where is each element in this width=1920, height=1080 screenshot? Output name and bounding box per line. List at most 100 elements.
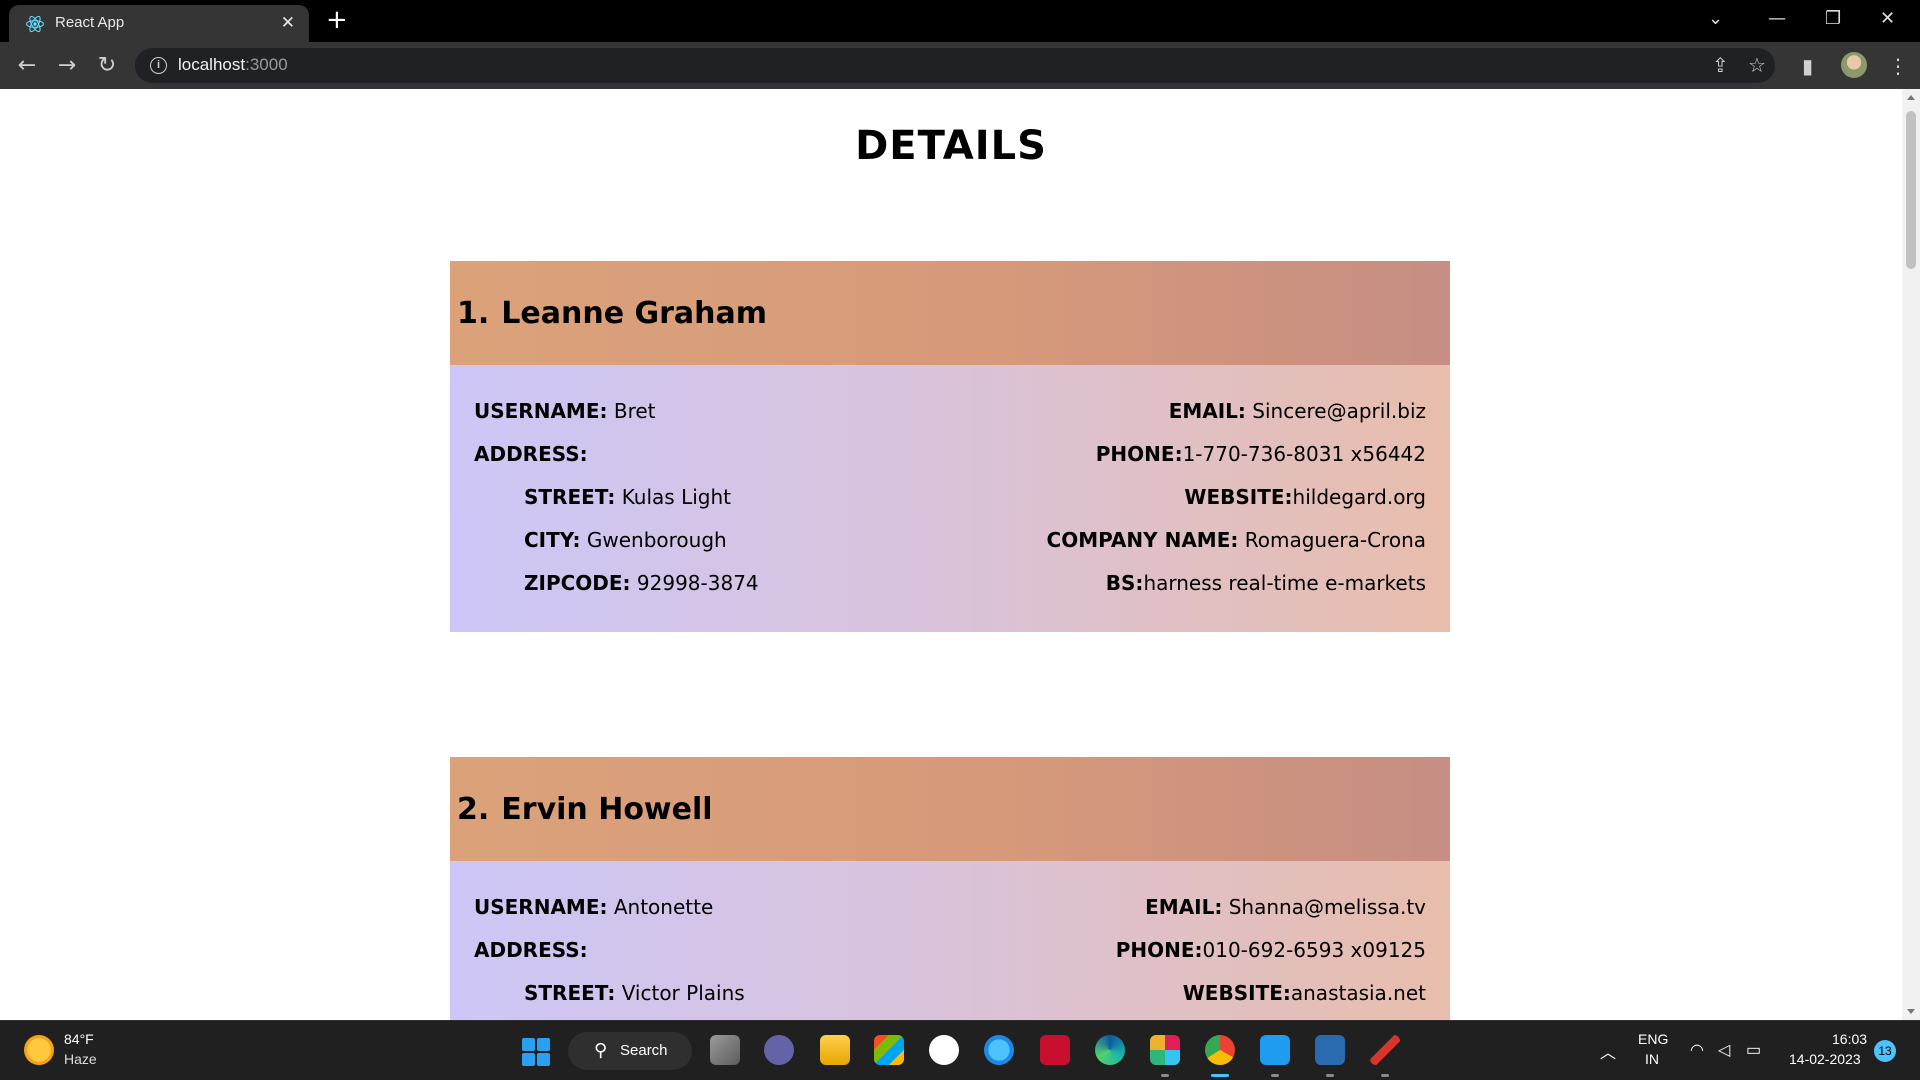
side-panel-icon[interactable]: ▮ bbox=[1802, 54, 1813, 78]
user-card: 1. Leanne Graham USERNAME: Bret ADDRESS:… bbox=[450, 261, 1450, 632]
clock-date[interactable]: 14-02-2023 bbox=[1789, 1051, 1861, 1067]
running-indicator bbox=[1381, 1074, 1389, 1077]
user-name: Ervin Howell bbox=[501, 791, 713, 827]
url-port: :3000 bbox=[245, 55, 288, 74]
url-text: localhost:3000 bbox=[178, 55, 288, 75]
company-value: Romaguera-Crona bbox=[1244, 528, 1426, 552]
taskbar-search-button[interactable]: ⚲ Search bbox=[568, 1032, 692, 1070]
street-row: STREET: Victor Plains bbox=[524, 981, 745, 1005]
language-region[interactable]: IN bbox=[1645, 1051, 1659, 1067]
minimize-icon[interactable]: — bbox=[1768, 8, 1786, 30]
email-row: EMAIL: Sincere@april.biz bbox=[1169, 399, 1426, 423]
weather-temperature[interactable]: 84°F bbox=[64, 1031, 94, 1047]
microsoft-store-icon[interactable] bbox=[874, 1035, 904, 1065]
phone-value: 1-770-736-8031 x56442 bbox=[1182, 442, 1426, 466]
email-value: Sincere@april.biz bbox=[1252, 399, 1426, 423]
volume-icon[interactable]: ◁ bbox=[1718, 1040, 1730, 1060]
teams-chat-icon[interactable] bbox=[764, 1035, 794, 1065]
bs-value: harness real-time e-markets bbox=[1143, 571, 1426, 595]
user-card-header: 2. Ervin Howell bbox=[450, 757, 1450, 861]
phone-row: PHONE:1-770-736-8031 x56442 bbox=[1096, 442, 1426, 466]
vscode-icon[interactable] bbox=[1260, 1035, 1290, 1065]
page-scrollbar[interactable] bbox=[1902, 89, 1920, 1020]
search-label: Search bbox=[620, 1042, 668, 1059]
username-row: USERNAME: Antonette bbox=[474, 895, 713, 919]
task-view-icon[interactable] bbox=[710, 1035, 740, 1065]
url-host: localhost bbox=[178, 55, 246, 74]
scroll-down-arrow-icon[interactable] bbox=[1907, 1009, 1915, 1014]
tab-search-chevron-icon[interactable]: ⌄ bbox=[1708, 8, 1723, 30]
username-row: USERNAME: Bret bbox=[474, 399, 656, 423]
user-number: 1. bbox=[457, 295, 490, 331]
address-label: ADDRESS: bbox=[474, 442, 588, 466]
github-icon[interactable] bbox=[929, 1035, 959, 1065]
bs-label: BS: bbox=[1105, 571, 1144, 595]
website-row: WEBSITE:anastasia.net bbox=[1183, 981, 1426, 1005]
menu-kebab-icon[interactable]: ⋮ bbox=[1888, 54, 1908, 78]
website-label: WEBSITE: bbox=[1182, 981, 1291, 1005]
chrome-icon[interactable] bbox=[1205, 1035, 1235, 1065]
address-row: ADDRESS: bbox=[474, 938, 588, 962]
browser-toolbar: ← → ↻ i localhost:3000 ⇪ ☆ ▮ ⋮ bbox=[0, 42, 1920, 89]
pen-tool-icon[interactable] bbox=[1370, 1035, 1400, 1065]
website-value: hildegard.org bbox=[1292, 485, 1426, 509]
street-label: STREET: bbox=[524, 485, 616, 509]
user-card-body: USERNAME: Antonette ADDRESS: STREET: Vic… bbox=[450, 861, 1450, 1020]
page-viewport: DETAILS 1. Leanne Graham USERNAME: Bret … bbox=[0, 89, 1902, 1020]
profile-avatar[interactable] bbox=[1841, 52, 1867, 78]
user-number: 2. bbox=[457, 791, 490, 827]
battery-icon[interactable]: ▭ bbox=[1746, 1040, 1761, 1060]
address-bar[interactable]: i localhost:3000 ⇪ ☆ bbox=[135, 48, 1775, 83]
running-indicator bbox=[1326, 1074, 1334, 1077]
weather-condition[interactable]: Haze bbox=[64, 1051, 97, 1067]
close-window-icon[interactable]: ✕ bbox=[1880, 8, 1895, 30]
bookmark-star-icon[interactable]: ☆ bbox=[1748, 53, 1766, 77]
browser-tab-strip: React App ✕ + ⌄ — ❐ ✕ bbox=[0, 0, 1920, 42]
share-icon[interactable]: ⇪ bbox=[1712, 53, 1729, 77]
restore-icon[interactable]: ❐ bbox=[1825, 8, 1841, 30]
street-row: STREET: Kulas Light bbox=[524, 485, 731, 509]
user-card-body: USERNAME: Bret ADDRESS: STREET: Kulas Li… bbox=[450, 365, 1450, 632]
notification-badge[interactable]: 13 bbox=[1874, 1040, 1896, 1062]
slack-icon[interactable] bbox=[1150, 1035, 1180, 1065]
user-card-header: 1. Leanne Graham bbox=[450, 261, 1450, 365]
address-label: ADDRESS: bbox=[474, 938, 588, 962]
mysql-workbench-icon[interactable] bbox=[1315, 1035, 1345, 1065]
bs-row: BS:harness real-time e-markets bbox=[1106, 571, 1426, 595]
phone-value: 010-692-6593 x09125 bbox=[1202, 938, 1427, 962]
street-value: Victor Plains bbox=[621, 981, 745, 1005]
street-label: STREET: bbox=[524, 981, 616, 1005]
website-label: WEBSITE: bbox=[1184, 485, 1293, 509]
reload-icon[interactable]: ↻ bbox=[94, 53, 120, 79]
scrollbar-thumb[interactable] bbox=[1906, 111, 1916, 269]
email-row: EMAIL: Shanna@melissa.tv bbox=[1145, 895, 1426, 919]
close-tab-icon[interactable]: ✕ bbox=[281, 13, 295, 33]
show-hidden-icons-chevron-icon[interactable]: ︿ bbox=[1600, 1039, 1616, 1063]
back-icon[interactable]: ← bbox=[14, 53, 40, 79]
zipcode-label: ZIPCODE: bbox=[524, 571, 631, 595]
file-explorer-icon[interactable] bbox=[820, 1035, 850, 1065]
mcafee-icon[interactable] bbox=[1040, 1035, 1070, 1065]
tab-title: React App bbox=[55, 14, 125, 31]
company-row: COMPANY NAME: Romaguera-Crona bbox=[1047, 528, 1426, 552]
site-info-icon[interactable]: i bbox=[150, 57, 167, 74]
address-row: ADDRESS: bbox=[474, 442, 588, 466]
tab-react-app[interactable]: React App ✕ bbox=[9, 5, 309, 42]
zipcode-row: ZIPCODE: 92998-3874 bbox=[524, 571, 759, 595]
phone-row: PHONE:010-692-6593 x09125 bbox=[1116, 938, 1426, 962]
scroll-up-arrow-icon[interactable] bbox=[1907, 95, 1915, 100]
user-name: Leanne Graham bbox=[501, 295, 768, 331]
company-label: COMPANY NAME: bbox=[1046, 528, 1239, 552]
clock-time[interactable]: 16:03 bbox=[1832, 1031, 1867, 1047]
wifi-icon[interactable]: ◠ bbox=[1690, 1040, 1704, 1060]
help-icon[interactable] bbox=[984, 1035, 1014, 1065]
windows-start-icon[interactable] bbox=[522, 1038, 550, 1066]
phone-label: PHONE: bbox=[1095, 442, 1183, 466]
new-tab-button[interactable]: + bbox=[326, 7, 348, 33]
forward-icon[interactable]: → bbox=[54, 53, 80, 79]
edge-browser-icon[interactable] bbox=[1095, 1035, 1125, 1065]
weather-haze-icon[interactable] bbox=[24, 1035, 54, 1065]
username-label: USERNAME: bbox=[474, 895, 608, 919]
language-code[interactable]: ENG bbox=[1638, 1031, 1668, 1047]
zipcode-value: 92998-3874 bbox=[636, 571, 759, 595]
